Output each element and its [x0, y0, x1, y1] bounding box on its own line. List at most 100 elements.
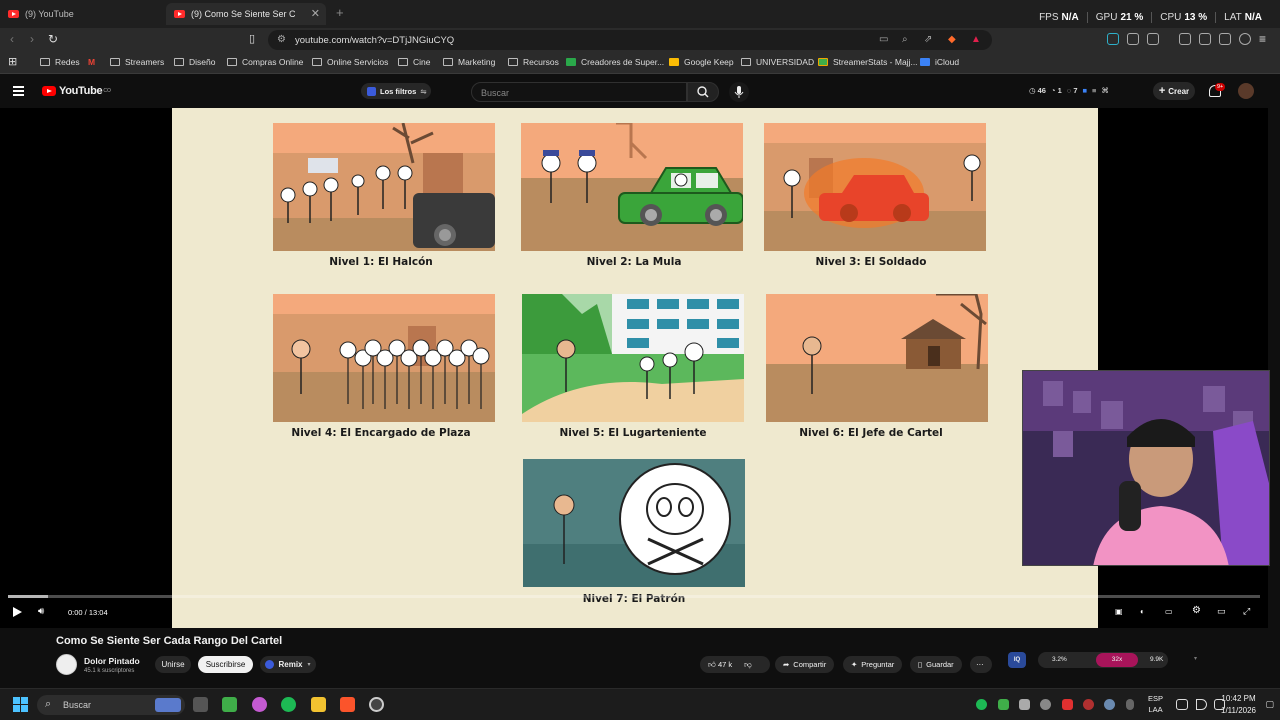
stat-views: ◷ 46 [1029, 86, 1046, 95]
forward-icon[interactable]: › [30, 32, 34, 46]
leo-ai-icon[interactable] [1219, 33, 1231, 45]
browser-nav-bar: ‹ › ↻ ▯ ⚙ youtube.com/watch?v=DTjJNGiuCY… [0, 28, 1280, 52]
filters-chip[interactable]: Los filtros ⇋ [361, 83, 431, 99]
create-button[interactable]: + Crear [1153, 82, 1195, 100]
dislike-button[interactable]: 👎︎ [744, 660, 752, 670]
bookmark-link[interactable]: Creadores de Super... [566, 57, 664, 67]
volume-icon[interactable]: 🔊︎ [38, 606, 44, 617]
fullscreen-icon[interactable]: ⤢ [1243, 606, 1250, 617]
video-progress-bar[interactable] [8, 595, 1260, 598]
system-clock[interactable]: 10:42 PM 1/11/2026 [1221, 693, 1256, 717]
channel-avatar[interactable] [56, 654, 77, 675]
list-icon[interactable]: ≡ [1092, 86, 1096, 95]
subtitles-icon[interactable]: ▭ [1165, 607, 1173, 616]
extension-icon[interactable] [1107, 33, 1119, 45]
tray-app-icon[interactable] [1062, 699, 1073, 710]
tray-app-icon[interactable] [1040, 699, 1051, 710]
bookmark-folder[interactable]: UNIVERSIDAD [741, 57, 814, 67]
brave-shields-icon[interactable]: ◆ [948, 34, 956, 45]
hamburger-menu-icon[interactable] [13, 86, 24, 98]
like-button[interactable]: 👍︎ 47 k [708, 660, 732, 670]
settings-gear-icon[interactable]: ⚙ [1192, 605, 1201, 616]
brave-browser-icon[interactable] [340, 697, 355, 712]
new-tab-button[interactable]: + [336, 5, 344, 20]
bookmark-folder[interactable]: Cine [398, 57, 430, 67]
bookmark-icon[interactable]: ▯ [249, 32, 255, 45]
network-icon[interactable] [1176, 699, 1188, 710]
task-view-icon[interactable] [193, 697, 208, 712]
remix-button[interactable]: Remix ▾ [260, 656, 316, 673]
address-bar[interactable]: ⚙ youtube.com/watch?v=DTjJNGiuCYQ ▭ ⌕ ⇗ … [268, 30, 992, 50]
tray-app-icon[interactable] [998, 699, 1009, 710]
back-icon[interactable]: ‹ [10, 32, 14, 46]
bookmark-folder[interactable]: Streamers [110, 57, 164, 67]
thumbs-down-icon: 👎︎ [744, 659, 752, 669]
bookmark-link[interactable]: iCloud [920, 57, 959, 67]
url-text: youtube.com/watch?v=DTjJNGiuCYQ [295, 35, 455, 46]
tab-search-icon[interactable] [1199, 33, 1211, 45]
bookmark-folder[interactable]: Diseño [174, 57, 215, 67]
chevron-down-icon[interactable]: ▾ [1194, 655, 1197, 662]
theater-mode-icon[interactable]: ▭ [1217, 606, 1226, 617]
iq-extension-icon[interactable]: ■ [1083, 86, 1088, 95]
ask-button[interactable]: ✦ Preguntar [843, 656, 903, 673]
bookmark-link[interactable]: Google Keep [669, 57, 734, 67]
bookmark-link[interactable]: StreamerStats - Majj... [818, 57, 918, 67]
tray-app-icon[interactable] [1019, 699, 1030, 710]
youtube-logo[interactable]: YouTube CO [39, 85, 111, 97]
minecraft-icon[interactable] [222, 697, 237, 712]
autoplay-toggle[interactable]: ◐ [1140, 607, 1145, 616]
iq-player-icon[interactable]: ▣ [1115, 607, 1123, 616]
zoom-icon[interactable]: ⌕ [902, 34, 908, 45]
vpn-icon[interactable] [1239, 33, 1251, 45]
tab-video[interactable]: (9) Como Se Siente Ser Cada Ra ✕ [166, 3, 326, 25]
mula-scene-image [521, 123, 743, 251]
spotify-icon[interactable] [281, 697, 296, 712]
spotify-tray-icon[interactable] [976, 699, 987, 710]
subscribe-button[interactable]: Suscribirse [198, 656, 253, 673]
notification-center-icon[interactable]: ▢ [1265, 699, 1274, 710]
tray-app-icon[interactable] [1083, 699, 1094, 710]
account-avatar[interactable] [1238, 83, 1254, 99]
speaker-icon[interactable] [1196, 699, 1207, 710]
channel-name[interactable]: Dolor Pintado [84, 656, 140, 666]
microphone-tray-icon[interactable] [1126, 699, 1134, 710]
windows-start-icon[interactable] [13, 697, 29, 713]
sidebar-icon[interactable] [1179, 33, 1191, 45]
voice-search-button[interactable] [729, 82, 749, 102]
apps-grid-icon[interactable]: ⊞ [8, 55, 17, 68]
taskbar-search-input[interactable]: ⌕ Buscar [37, 695, 185, 715]
bookmark-folder[interactable]: Compras Online [227, 57, 303, 67]
soldado-scene-image [764, 123, 986, 251]
more-actions-button[interactable]: ⋯ [970, 656, 992, 673]
brave-rewards-icon[interactable]: ▲ [971, 34, 981, 45]
input-language[interactable]: ESP LAA [1148, 693, 1163, 715]
steam-tray-icon[interactable] [1104, 699, 1115, 710]
close-tab-icon[interactable]: ✕ [311, 7, 320, 20]
join-button[interactable]: Unirse [155, 656, 191, 673]
video-player[interactable]: Nivel 1: El Halcón Nivel 2: La Mula Nive… [0, 108, 1270, 628]
share-button[interactable]: ➦ Compartir [775, 656, 835, 673]
bookmark-folder[interactable]: Recursos [508, 57, 559, 67]
bookmark-folder[interactable]: Online Servicios [312, 57, 388, 67]
file-explorer-icon[interactable] [311, 697, 326, 712]
menu-icon[interactable]: ≡ [1259, 32, 1266, 46]
search-button[interactable] [687, 82, 719, 102]
bookmark-folder[interactable]: Marketing [443, 57, 495, 67]
cast-icon[interactable]: ▭ [879, 34, 888, 45]
tab-youtube-home[interactable]: (9) YouTube [0, 3, 166, 25]
obs-icon[interactable] [369, 697, 384, 712]
site-info-icon[interactable]: ⚙ [277, 34, 286, 45]
reload-icon[interactable]: ↻ [48, 32, 58, 46]
gmail-icon[interactable]: M [88, 57, 95, 67]
level-6-illustration [766, 294, 988, 422]
play-icon[interactable] [13, 607, 22, 617]
bookmark-folder[interactable]: Redes [40, 57, 80, 67]
extensions-puzzle-icon[interactable] [1127, 33, 1139, 45]
save-button[interactable]: ▯ Guardar [910, 656, 962, 673]
share-icon[interactable]: ⇗ [924, 34, 932, 45]
extension-icon[interactable]: ⌘ [1101, 86, 1109, 95]
search-input[interactable]: Buscar [471, 82, 687, 102]
app-icon[interactable] [252, 697, 267, 712]
wallet-icon[interactable] [1147, 33, 1159, 45]
